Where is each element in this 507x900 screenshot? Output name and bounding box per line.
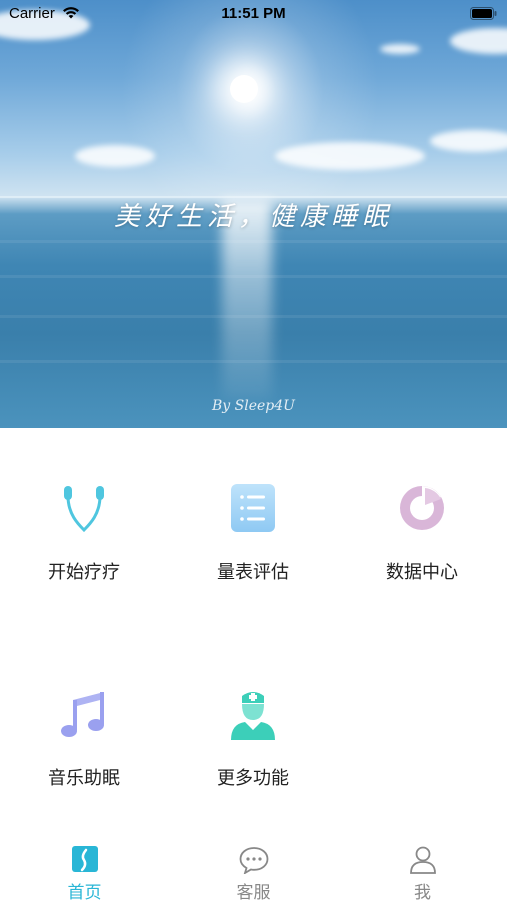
home-icon bbox=[72, 846, 98, 872]
music-sleep-label: 音乐助眠 bbox=[48, 768, 120, 788]
tab-me-label: 我 bbox=[414, 883, 431, 900]
start-therapy-label: 开始疗疗 bbox=[48, 562, 120, 582]
cloud bbox=[430, 130, 507, 152]
data-center-button[interactable]: 数据中心 bbox=[357, 480, 487, 600]
status-bar: Carrier 11:51 PM bbox=[0, 0, 507, 28]
data-center-label: 数据中心 bbox=[386, 562, 458, 582]
cloud bbox=[450, 28, 507, 54]
battery-icon bbox=[470, 7, 497, 20]
cloud bbox=[75, 145, 155, 167]
more-features-button[interactable]: 更多功能 bbox=[188, 686, 318, 806]
scale-assessment-button[interactable]: 量表评估 bbox=[188, 480, 318, 600]
hero-slogan: 美好生活，健康睡眠 bbox=[113, 202, 393, 232]
music-sleep-button[interactable]: 音乐助眠 bbox=[19, 686, 149, 806]
hero-banner: 美好生活，健康睡眠 By Sleep4U bbox=[0, 0, 507, 428]
more-features-label: 更多功能 bbox=[217, 768, 289, 788]
music-note-icon bbox=[61, 692, 104, 737]
scale-assessment-label: 量表评估 bbox=[217, 562, 289, 582]
cloud bbox=[275, 142, 425, 170]
person-icon bbox=[410, 846, 436, 874]
cloud bbox=[380, 44, 420, 54]
tab-home[interactable]: 首页 bbox=[0, 834, 169, 900]
sun bbox=[230, 75, 258, 103]
chat-bubble-icon bbox=[239, 847, 269, 874]
list-document-icon bbox=[231, 484, 275, 532]
doctor-icon bbox=[231, 692, 275, 740]
tab-me[interactable]: 我 bbox=[338, 834, 507, 900]
tab-bar: 首页 客服 我 bbox=[0, 834, 507, 900]
pie-chart-icon bbox=[400, 486, 444, 530]
hero-signature: By Sleep4U bbox=[212, 398, 295, 414]
earphones-icon bbox=[64, 486, 104, 533]
tab-customer-service[interactable]: 客服 bbox=[169, 834, 338, 900]
clock: 11:51 PM bbox=[221, 5, 286, 22]
tab-home-label: 首页 bbox=[67, 883, 102, 900]
tab-customer-service-label: 客服 bbox=[236, 883, 271, 900]
start-therapy-button[interactable]: 开始疗疗 bbox=[19, 480, 149, 600]
